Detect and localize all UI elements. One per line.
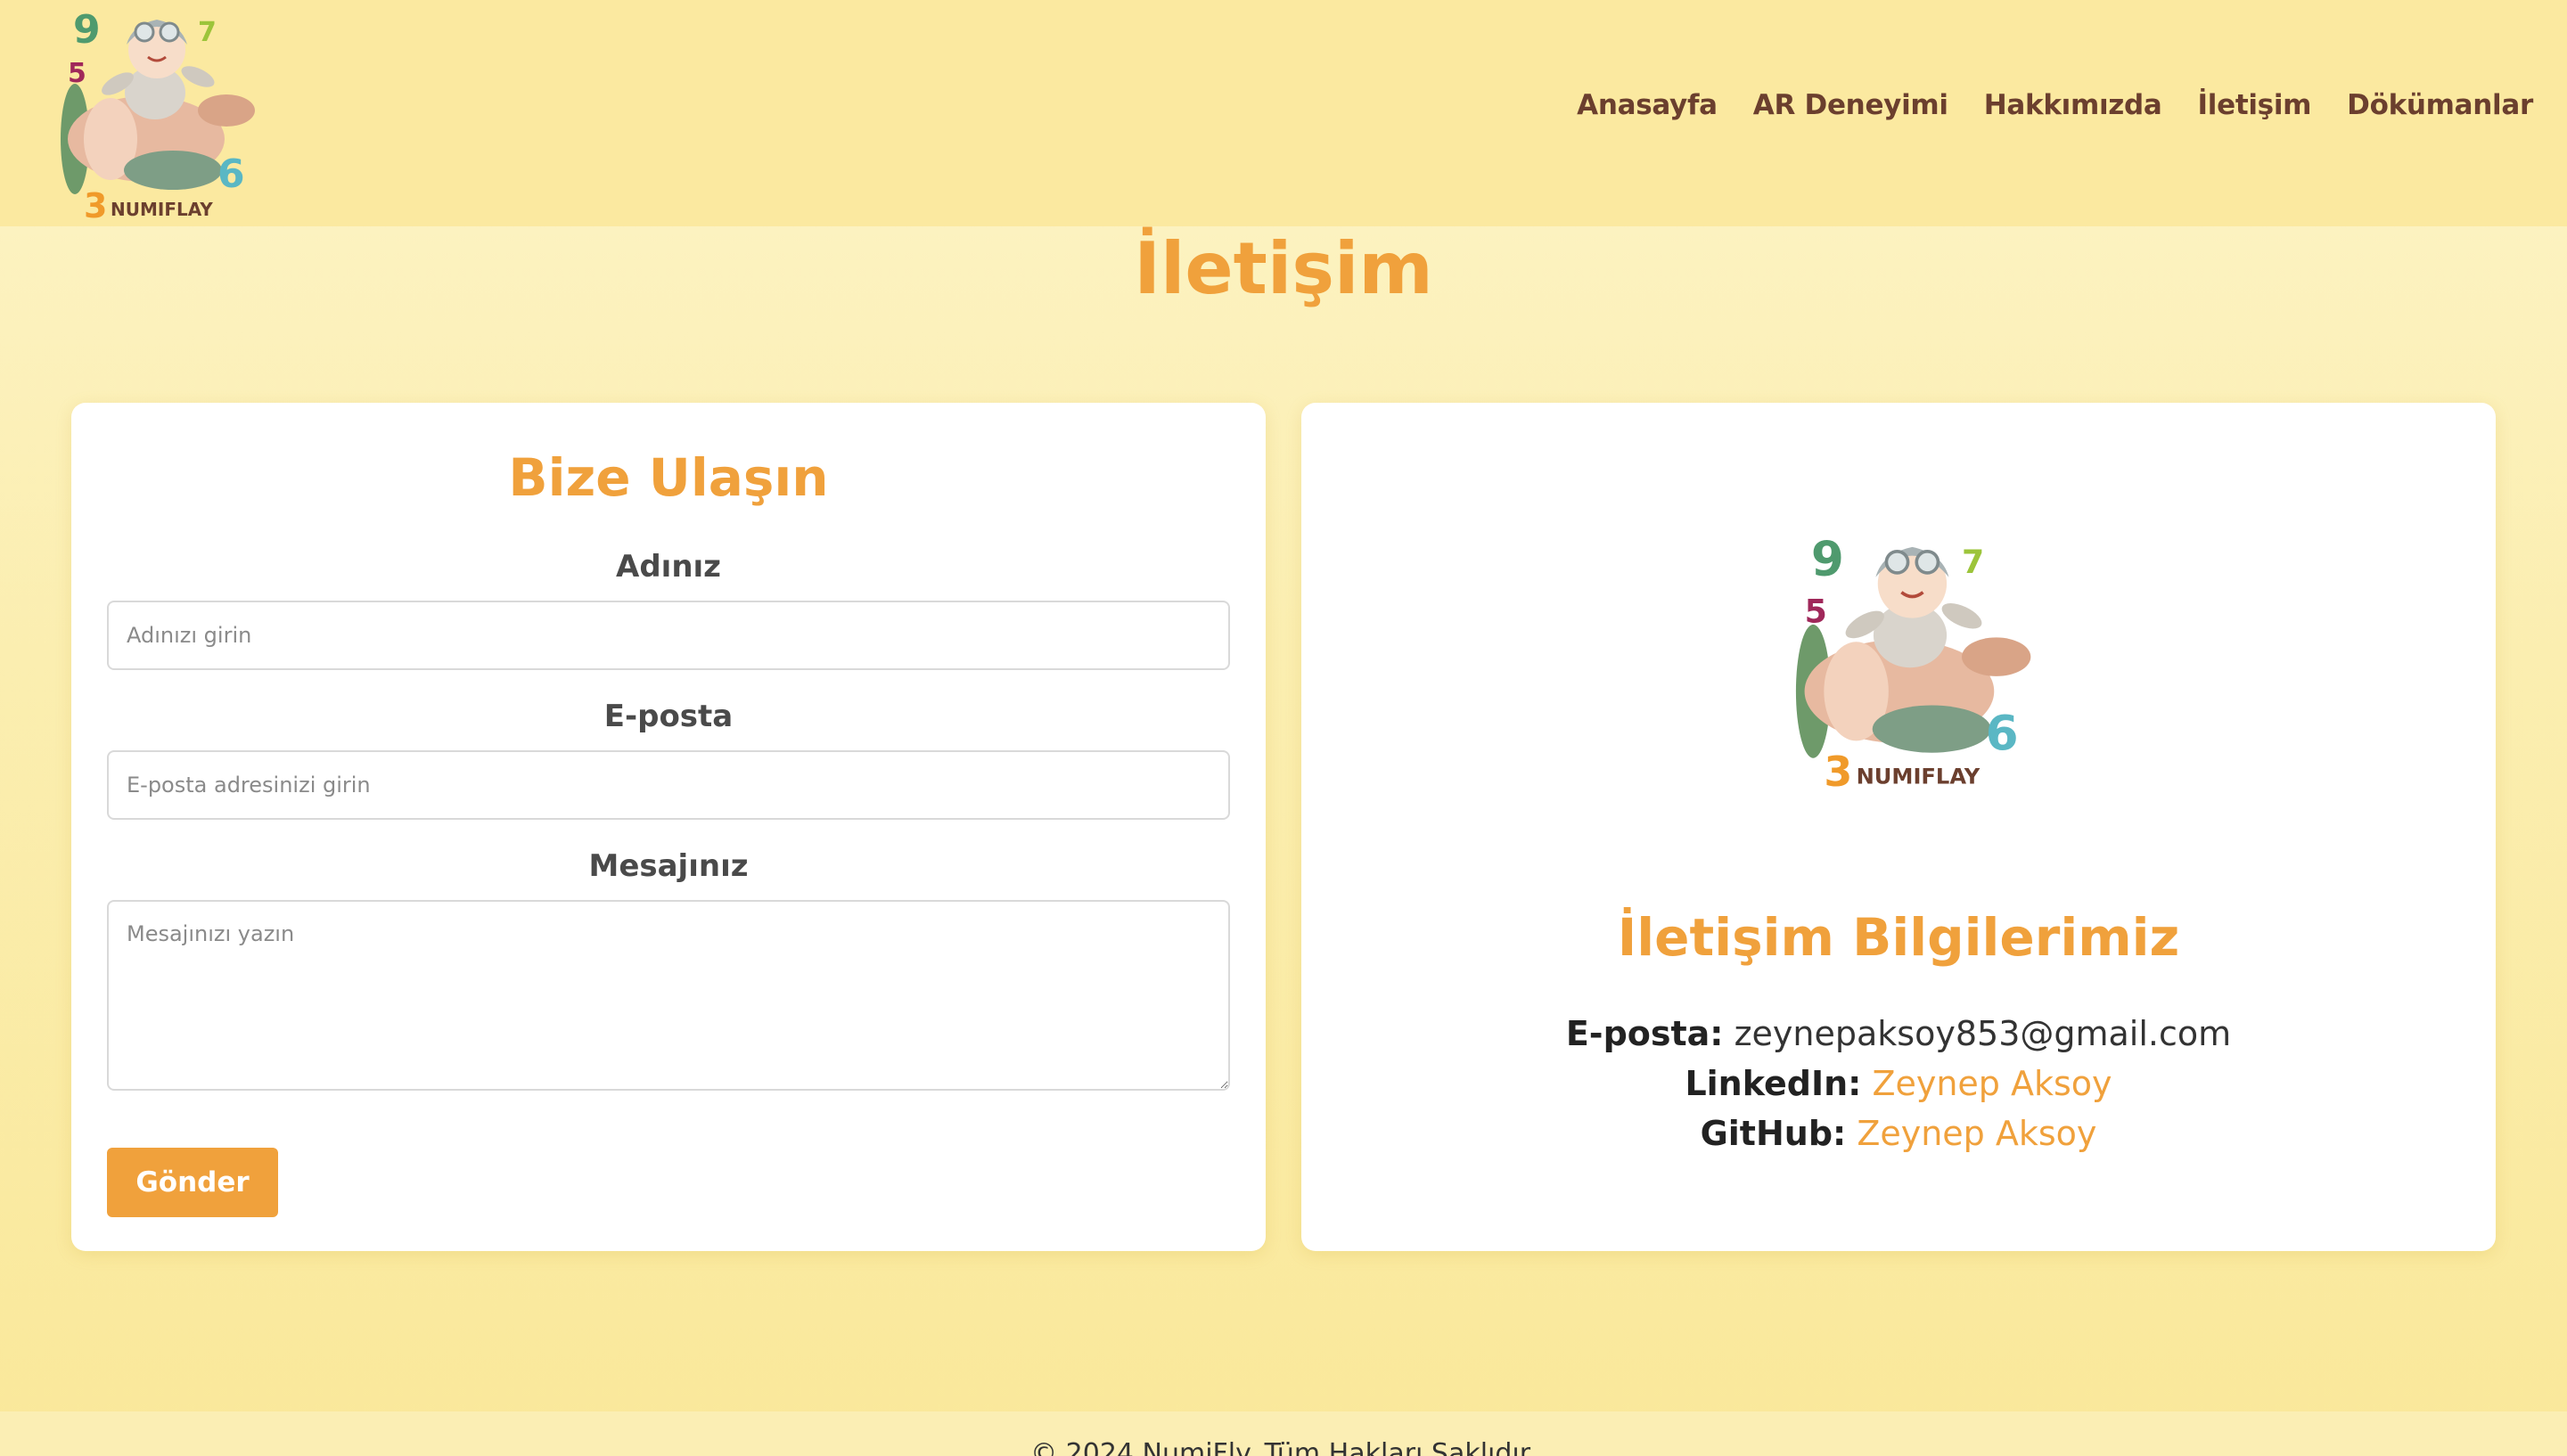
submit-button[interactable]: Gönder bbox=[107, 1148, 278, 1217]
numifly-mascot-image bbox=[1781, 528, 2039, 795]
main-nav: Anasayfa AR Deneyimi Hakkımızda İletişim… bbox=[1577, 89, 2533, 121]
message-label: Mesajınız bbox=[588, 848, 749, 884]
name-input[interactable] bbox=[107, 601, 1230, 670]
email-label: E-posta bbox=[603, 699, 734, 734]
nav-anasayfa[interactable]: Anasayfa bbox=[1577, 89, 1718, 121]
github-link[interactable]: Zeynep Aksoy bbox=[1857, 1114, 2096, 1153]
nav-dokumanlar[interactable]: Dökümanlar bbox=[2347, 89, 2533, 121]
github-label: GitHub: bbox=[1700, 1114, 1847, 1153]
site-footer: © 2024 NumiFly. Tüm Hakları Saklıdır. bbox=[0, 1411, 2567, 1456]
nav-hakkimizda[interactable]: Hakkımızda bbox=[1984, 89, 2162, 121]
linkedin-label: LinkedIn: bbox=[1685, 1064, 1862, 1103]
footer-copyright: © 2024 NumiFly. Tüm Hakları Saklıdır. bbox=[1030, 1438, 1537, 1456]
form-title: Bize Ulaşın bbox=[508, 447, 829, 508]
email-info-label: E-posta: bbox=[1565, 1014, 1724, 1053]
linkedin-link[interactable]: Zeynep Aksoy bbox=[1872, 1064, 2112, 1103]
nav-iletisim[interactable]: İletişim bbox=[2198, 89, 2312, 121]
email-input[interactable] bbox=[107, 750, 1230, 820]
info-title: İletişim Bilgilerimiz bbox=[1617, 907, 2180, 968]
info-github: GitHub: Zeynep Aksoy bbox=[1301, 1114, 2496, 1153]
info-email: E-posta: zeynepaksoy853@gmail.com bbox=[1301, 1014, 2496, 1053]
page-title: İletişim bbox=[1134, 227, 1433, 310]
email-info-value: zeynepaksoy853@gmail.com bbox=[1734, 1014, 2232, 1053]
info-linkedin: LinkedIn: Zeynep Aksoy bbox=[1301, 1064, 2496, 1103]
message-textarea[interactable] bbox=[107, 900, 1230, 1091]
numifly-logo[interactable] bbox=[48, 5, 262, 223]
nav-ar-deneyimi[interactable]: AR Deneyimi bbox=[1753, 89, 1948, 121]
contact-form-card: Bize Ulaşın Adınız E-posta Mesajınız Gön… bbox=[71, 403, 1266, 1251]
contact-info-card: İletişim Bilgilerimiz E-posta: zeynepaks… bbox=[1301, 403, 2496, 1251]
name-label: Adınız bbox=[616, 549, 721, 585]
site-header: Anasayfa AR Deneyimi Hakkımızda İletişim… bbox=[0, 0, 2567, 226]
